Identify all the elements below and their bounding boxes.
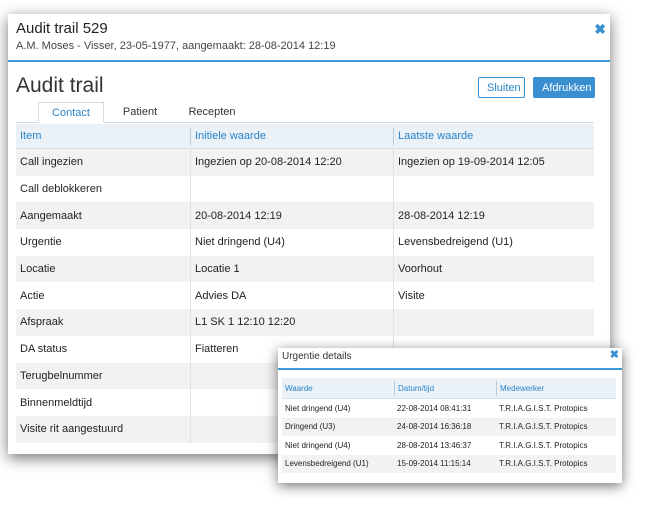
urgentie-table-body: Niet dringend (U4) 22-08-2014 08:41:31 T.R… (282, 399, 616, 473)
table-cell: 28-08-2014 12:19 (393, 202, 594, 230)
column-header-waarde[interactable]: Waarde (282, 381, 394, 396)
dialog-header: Audit trail 529 A.M. Moses - Visser, 23-… (8, 14, 610, 62)
page-title: Audit trail (16, 74, 104, 97)
urgentie-title: Urgentie details (282, 351, 352, 362)
table-cell: Actie (20, 289, 45, 302)
column-header-medewerker[interactable]: Medewerker (496, 381, 616, 396)
urgentie-header: Urgentie details ✖ (278, 348, 622, 370)
tab-contact[interactable]: Contact (38, 102, 104, 123)
urgentie-cell: T.R.I.A.G.I.S.T. Protopics (499, 440, 588, 450)
table-cell: DA status (20, 343, 68, 356)
urgentie-cell: Niet dringend (U4) (285, 403, 351, 413)
table-cell: L1 SK 1 12:10 12:20 (190, 309, 393, 336)
close-icon[interactable]: ✖ (610, 350, 619, 361)
urgentie-table: Waarde Datum/tijd Medewerker Niet dringe… (282, 378, 616, 473)
urgentie-cell: Dringend (U3) (285, 422, 336, 432)
urgentie-cell: T.R.I.A.G.I.S.T. Protopics (499, 422, 588, 432)
close-icon[interactable]: ✖ (594, 22, 606, 36)
urgentie-cell: 15-09-2014 11:15:14 (397, 459, 471, 469)
column-header-last-value[interactable]: Laatste waarde (393, 128, 594, 145)
column-header-initial-value[interactable]: Initiele waarde (190, 128, 393, 145)
tab-patient[interactable]: Patient (113, 102, 167, 123)
table-cell (393, 175, 594, 203)
table-cell: Urgentie (20, 236, 62, 249)
table-cell: 20-08-2014 12:19 (190, 202, 393, 230)
urgentie-cell: T.R.I.A.G.I.S.T. Protopics (499, 459, 588, 469)
print-button[interactable]: Afdrukken (533, 77, 595, 98)
table-cell: Terugbelnummer (20, 369, 103, 382)
dialog-title: Audit trail 529 (16, 20, 108, 37)
table-cell: Call deblokkeren (20, 183, 102, 196)
table-cell: Ingezien op 20-08-2014 12:20 (190, 149, 393, 176)
table-row[interactable]: Aangemaakt 20-08-2014 12:19 28-08-2014 12:… (16, 202, 594, 230)
table-row[interactable]: Urgentie Niet dringend (U4) Levensbedreige… (16, 229, 594, 256)
table-row[interactable]: Locatie Locatie 1 Voorhout (16, 255, 594, 283)
table-cell (393, 309, 594, 336)
urgentie-details-dialog: Urgentie details ✖ Waarde Datum/tijd Med… (278, 348, 622, 483)
dialog-subtitle: A.M. Moses - Visser, 23-05-1977, aangema… (16, 40, 336, 52)
table-cell: Aangemaakt (20, 209, 82, 222)
table-cell: Advies DA (190, 282, 393, 310)
urgentie-row[interactable]: Niet dringend (U4) 22-08-2014 08:41:31 T.R… (282, 399, 616, 418)
table-cell: Call ingezien (20, 156, 83, 169)
tab-bar: Contact Patient Recepten (16, 102, 594, 123)
table-cell: Visite rit aangestuurd (20, 423, 124, 436)
table-cell: Locatie 1 (190, 255, 393, 283)
urgentie-cell: Niet dringend (U4) (285, 440, 351, 450)
urgentie-cell: 28-08-2014 13:46:37 (397, 440, 472, 450)
table-cell: Niet dringend (U4) (190, 229, 393, 256)
table-cell: Voorhout (393, 255, 594, 283)
table-cell: Binnenmeldtijd (20, 396, 93, 409)
table-cell: Visite (393, 282, 594, 310)
table-cell: Ingezien op 19-09-2014 12:05 (393, 149, 594, 176)
column-header-datum-tijd[interactable]: Datum/tijd (394, 381, 496, 396)
urgentie-cell: 22-08-2014 08:41:31 (397, 403, 472, 413)
table-row[interactable]: Actie Advies DA Visite (16, 282, 594, 310)
column-header-item[interactable]: Item (16, 124, 190, 149)
tab-recepten[interactable]: Recepten (174, 102, 250, 123)
urgentie-cell: 24-08-2014 16:36:18 (397, 422, 472, 432)
table-cell: Levensbedreigend (U1) (393, 229, 594, 256)
urgentie-row[interactable]: Levensbedreigend (U1) 15-09-2014 11:15:14… (282, 454, 616, 473)
table-row[interactable]: Afspraak L1 SK 1 12:10 12:20 (16, 309, 594, 336)
table-cell: Afspraak (20, 316, 64, 329)
close-button[interactable]: Sluiten (478, 77, 525, 98)
table-row[interactable]: Call ingezien Ingezien op 20-08-2014 12:2… (16, 149, 594, 176)
urgentie-cell: Levensbedreigend (U1) (285, 459, 369, 469)
urgentie-cell: T.R.I.A.G.I.S.T. Protopics (499, 403, 588, 413)
table-cell: Locatie (20, 263, 56, 276)
table-header: Item Initiele waarde Laatste waarde (16, 124, 594, 149)
table-cell (190, 175, 393, 203)
table-row[interactable]: Call deblokkeren (16, 175, 594, 203)
urgentie-row[interactable]: Dringend (U3) 24-08-2014 16:36:18 T.R.I.A.… (282, 417, 616, 436)
urgentie-table-header: Waarde Datum/tijd Medewerker (282, 378, 616, 399)
urgentie-row[interactable]: Niet dringend (U4) 28-08-2014 13:46:37 T.R… (282, 436, 616, 455)
